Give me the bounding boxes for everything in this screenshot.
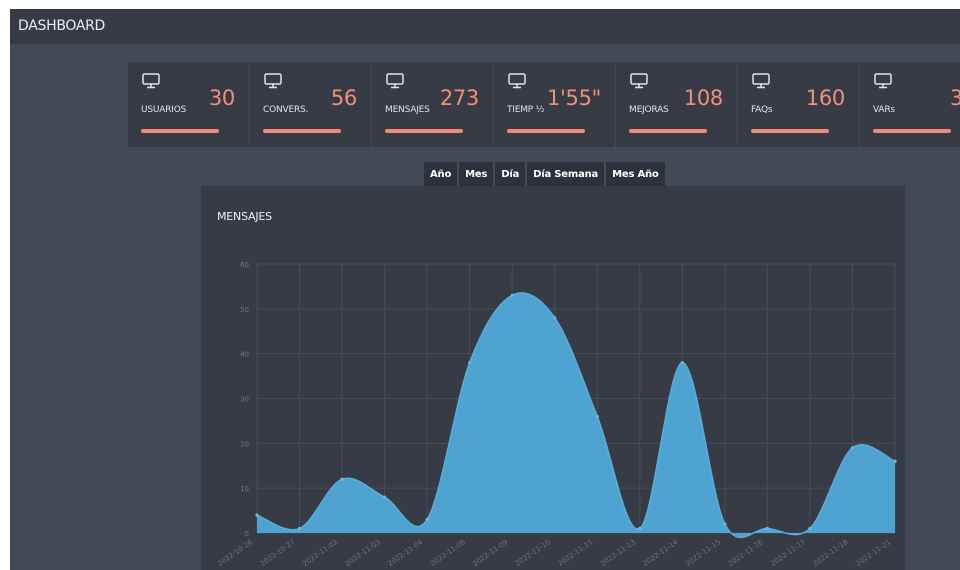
stat-card-faqs[interactable]: FAQs 160: [738, 62, 859, 147]
stat-card-tiempo[interactable]: TIEMP ½ 1'55": [494, 62, 615, 147]
stat-bar: [873, 129, 951, 133]
stat-value: 323: [949, 86, 960, 110]
monitor-icon: [508, 73, 526, 89]
monitor-icon: [386, 73, 404, 89]
stat-bar: [507, 129, 585, 133]
data-point: [383, 495, 387, 499]
stat-label: CONVERS.: [263, 105, 309, 115]
stat-value: 30: [208, 86, 235, 110]
stat-bar: [385, 129, 463, 133]
stat-label: MENSAJES: [385, 105, 430, 115]
y-tick-label: 10: [240, 485, 249, 493]
stat-card-usuarios[interactable]: USUARIOS 30: [128, 62, 249, 147]
data-point: [850, 446, 855, 450]
y-tick-label: 50: [240, 306, 249, 314]
x-tick-label: 2022-11-21: [854, 538, 892, 568]
data-point: [297, 526, 302, 531]
data-point: [723, 522, 727, 526]
top-bar: DASHBOARD: [10, 9, 960, 44]
stat-bar: [263, 129, 341, 133]
data-point: [510, 293, 514, 297]
x-tick-label: 2022-11-10: [514, 538, 552, 568]
stat-bar: [141, 129, 219, 133]
data-point: [893, 459, 897, 463]
y-tick-label: 20: [240, 440, 249, 448]
data-point: [595, 414, 599, 419]
stat-label: MEJORAS: [629, 105, 669, 115]
stat-card-conversaciones[interactable]: CONVERS. 56: [250, 62, 371, 147]
data-point: [808, 526, 812, 531]
data-point: [468, 361, 472, 365]
stat-label: VARs: [873, 105, 895, 115]
x-tick-label: 2022-11-17: [769, 538, 807, 568]
stat-bar: [751, 129, 829, 133]
messages-chart: 01020304050602022-10-26 2022-10-27 2022-11…: [216, 261, 897, 568]
x-tick-label: 2022-11-16: [727, 538, 765, 568]
y-tick-label: 30: [240, 396, 249, 404]
data-point: [680, 361, 684, 365]
stat-card-mejoras[interactable]: MEJORAS 108: [616, 62, 737, 147]
tab-dia[interactable]: Día: [495, 162, 526, 187]
y-tick-label: 60: [240, 261, 249, 269]
data-point: [340, 477, 344, 481]
y-tick-label: 0: [245, 530, 249, 538]
x-tick-label: 2022-11-03: [344, 538, 382, 568]
x-tick-label: 2022-11-04: [386, 538, 424, 568]
x-tick-label: 2022-10-26: [216, 538, 254, 568]
data-point: [553, 316, 557, 320]
x-tick-label: 2022-11-08: [429, 538, 467, 568]
stat-label: USUARIOS: [141, 105, 187, 115]
series-area: [257, 292, 895, 538]
x-tick-label: 2022-11-11: [556, 538, 594, 568]
data-point: [765, 526, 770, 531]
y-tick-label: 40: [240, 351, 249, 359]
x-tick-label: 2022-11-02: [301, 538, 339, 568]
tab-dia-semana[interactable]: Día Semana: [527, 162, 605, 187]
chart-panel: MENSAJES 0 10 20 30 40 50 60 2022-10-26 2022-10-…: [201, 186, 905, 570]
x-tick-label: 2022-11-18: [812, 538, 850, 568]
tab-mes-ano[interactable]: Mes Año: [606, 162, 665, 187]
period-tabs: Año Mes Día Día Semana Mes Año: [424, 162, 667, 187]
dashboard-title: DASHBOARD: [18, 18, 106, 34]
stat-label: TIEMP ½: [507, 105, 545, 115]
stat-card-mensajes[interactable]: MENSAJES 273: [372, 62, 493, 147]
monitor-icon: [630, 73, 648, 89]
stat-bar: [629, 129, 707, 133]
data-point: [425, 517, 429, 522]
stats-row: USUARIOS 30 CONVERS. 56 MENSAJES 273 TIE…: [128, 62, 960, 147]
x-tick-label: 2022-11-13: [599, 538, 637, 568]
stat-card-vars[interactable]: VARs 323: [860, 62, 960, 147]
stat-value: 108: [683, 86, 723, 110]
x-tick-label: 2022-11-09: [471, 538, 509, 568]
tab-ano[interactable]: Año: [424, 162, 458, 187]
stat-value: 1'55": [546, 86, 601, 110]
monitor-icon: [264, 73, 282, 89]
stat-label: FAQs: [751, 105, 773, 115]
x-tick-label: 2022-11-14: [642, 538, 680, 568]
dashboard-app: DASHBOARD USUARIOS 30 CONVERS. 56 MENSAJ…: [10, 9, 960, 570]
x-tick-label: 2022-10-27: [259, 538, 297, 568]
stat-value: 56: [330, 86, 357, 110]
x-tick-label: 2022-11-15: [684, 538, 722, 568]
data-point: [255, 513, 259, 517]
stat-value: 273: [439, 86, 479, 110]
monitor-icon: [752, 73, 770, 89]
stat-value: 160: [805, 86, 845, 110]
tab-mes[interactable]: Mes: [459, 162, 494, 187]
monitor-icon: [874, 73, 892, 89]
data-point: [638, 526, 642, 531]
monitor-icon: [142, 73, 160, 89]
